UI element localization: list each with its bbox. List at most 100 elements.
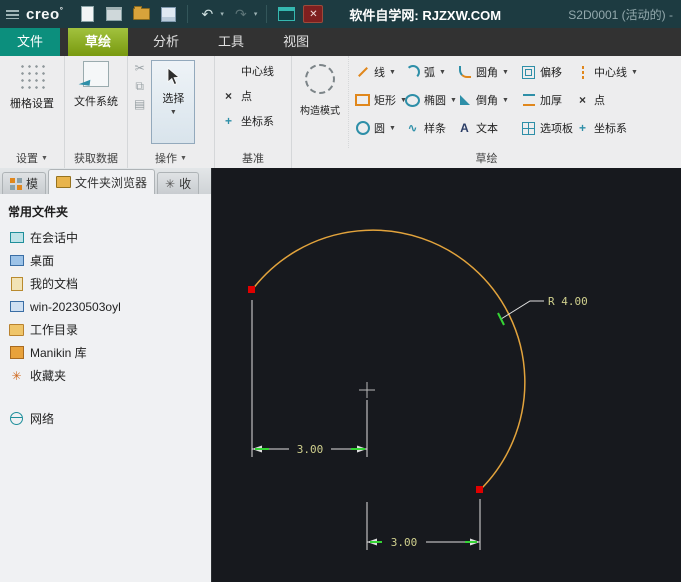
new-file-button[interactable] <box>77 4 97 24</box>
line-icon <box>355 65 370 80</box>
group-operations: ✂ ⧉ ▤ 选择 ▼ 操作 ▼ <box>128 56 215 168</box>
operations-group-label[interactable]: 操作 ▼ <box>128 148 214 168</box>
sidebar-item-favorites[interactable]: ✳ 收藏夹 <box>0 364 211 387</box>
tab-sketch[interactable]: 草绘 <box>68 28 129 56</box>
fillet-button[interactable]: 圆角 ▼ <box>457 64 521 80</box>
sidebar-item-my-documents[interactable]: 我的文档 <box>0 272 211 295</box>
arc-icon <box>405 65 420 80</box>
library-icon <box>9 345 24 360</box>
point-icon: × <box>578 93 586 107</box>
chamfer-button[interactable]: 倒角 ▼ <box>457 92 521 108</box>
in-session-icon <box>9 230 24 245</box>
copy-icon[interactable]: ⧉ <box>135 80 144 92</box>
tab-folder-browser[interactable]: 文件夹浏览器 <box>48 169 156 194</box>
width-dimension[interactable]: 3.00 <box>251 300 368 457</box>
ellipse-button[interactable]: 椭圆 ▼ <box>405 92 457 108</box>
window-button[interactable] <box>276 4 296 24</box>
arc-endpoint-top-left[interactable] <box>248 286 255 293</box>
chevron-down-icon: ▼ <box>180 154 187 162</box>
point-icon: × <box>224 89 232 103</box>
constraint-tick <box>497 312 505 326</box>
thicken-icon <box>521 93 536 108</box>
sketch-tools-grid: 线 ▼ 弧 ▼ 圆角 ▼ 偏移 中心线 ▼ 矩形 ▼ 椭圆 ▼ 倒角 ▼ 加厚 × 点 圆 ▼ ∿… <box>349 56 649 148</box>
network-globe-icon <box>9 411 24 426</box>
cursor-icon <box>167 67 181 86</box>
tab-model-tree[interactable]: 模 <box>2 172 47 194</box>
save-icon <box>160 6 176 22</box>
thicken-button[interactable]: 加厚 <box>521 92 575 108</box>
rectangle-button[interactable]: 矩形 ▼ <box>355 92 407 108</box>
sidebar-item-network[interactable]: 网络 <box>0 407 211 430</box>
app-menu-icon[interactable] <box>6 9 19 19</box>
undo-dropdown[interactable]: ▾ <box>220 10 224 18</box>
circle-icon <box>355 121 370 136</box>
datum-centerline-button[interactable]: 中心线 <box>221 62 274 80</box>
sidebar-item-working-directory[interactable]: 工作目录 <box>0 318 211 341</box>
text-icon: A <box>460 121 469 135</box>
line-button[interactable]: 线 ▼ <box>355 64 405 80</box>
text-button[interactable]: A 文本 <box>457 120 521 136</box>
radius-dimension-text[interactable]: R 4.00 <box>548 295 588 308</box>
documents-icon <box>9 276 24 291</box>
ribbon-tab-bar: 文件 草绘 分析 工具 视图 <box>0 28 681 56</box>
print-button[interactable] <box>104 4 124 24</box>
centerline-icon <box>575 65 590 80</box>
arc-endpoint-bottom-right[interactable] <box>476 486 483 493</box>
offset-button[interactable]: 偏移 <box>521 64 575 80</box>
cut-icon[interactable]: ✂ <box>135 62 145 74</box>
width-dimension-text[interactable]: 3.00 <box>297 443 324 456</box>
palette-icon <box>521 121 536 136</box>
offset-icon <box>521 65 536 80</box>
sidebar-item-computer[interactable]: win-20230503oyl <box>0 295 211 318</box>
centerline-button[interactable]: 中心线 ▼ <box>575 64 649 80</box>
grid-settings-button[interactable]: 栅格设置 <box>10 56 54 148</box>
quick-access-toolbar: ↶ ▾ ↷ ▾ ✕ <box>77 4 324 24</box>
tab-file[interactable]: 文件 <box>0 28 61 56</box>
bottom-dimension-text[interactable]: 3.00 <box>391 536 418 549</box>
redo-button[interactable]: ↷ <box>231 4 251 24</box>
spline-button[interactable]: ∿ 样条 <box>405 120 457 136</box>
sketch-canvas[interactable]: R 4.00 3.00 3.00 <box>212 168 681 582</box>
tab-view[interactable]: 视图 <box>266 28 326 56</box>
sidebar-item-manikin-library[interactable]: Manikin 库 <box>0 341 211 364</box>
tab-tools[interactable]: 工具 <box>201 28 261 56</box>
ribbon: 栅格设置 设置 ▼ 文件系统 获取数据 ✂ ⧉ ▤ 选择 ▼ 操作 ▼ 中心线 … <box>0 56 681 169</box>
datum-csys-button[interactable]: + 坐标系 <box>221 112 274 130</box>
construction-mode-button[interactable]: 构造模式 <box>292 56 349 148</box>
window-icon <box>277 7 295 21</box>
group-datum: 中心线 × 点 + 坐标系 基准 <box>215 56 292 168</box>
sketch-drawing: R 4.00 3.00 3.00 <box>248 229 588 550</box>
undo-icon: ↶ <box>201 6 214 22</box>
point-button[interactable]: × 点 <box>575 92 649 108</box>
tab-favorites[interactable]: ✳ 收 <box>157 172 200 194</box>
undo-button[interactable]: ↶ <box>197 4 217 24</box>
clipboard-buttons: ✂ ⧉ ▤ <box>128 56 149 148</box>
window-title: 软件自学网: RJZXW.COM <box>349 7 502 23</box>
construction-circle-icon <box>305 64 335 94</box>
favorites-star-icon: ✳ <box>11 368 22 383</box>
chevron-down-icon: ▼ <box>389 124 396 132</box>
sidebar-item-in-session[interactable]: 在会话中 <box>0 226 211 249</box>
construction-label: 构造模式 <box>300 106 340 117</box>
datum-point-button[interactable]: × 点 <box>221 87 274 105</box>
select-button[interactable]: 选择 ▼ <box>151 60 196 144</box>
centerline-icon <box>221 64 236 79</box>
redo-dropdown[interactable]: ▾ <box>254 10 258 18</box>
redo-icon: ↷ <box>235 6 247 22</box>
chevron-down-icon: ▼ <box>41 154 48 162</box>
circle-button[interactable]: 圆 ▼ <box>355 120 405 136</box>
arc-button[interactable]: 弧 ▼ <box>405 64 457 80</box>
save-button[interactable] <box>158 4 178 24</box>
palette-button[interactable]: 选项板 <box>521 120 575 136</box>
settings-group-label[interactable]: 设置 ▼ <box>0 148 64 168</box>
csys-button[interactable]: + 坐标系 <box>575 120 649 136</box>
paste-icon[interactable]: ▤ <box>134 98 145 110</box>
arc-center-marker[interactable] <box>359 382 375 398</box>
sketch-arc[interactable] <box>251 229 526 491</box>
file-system-button[interactable]: 文件系统 <box>74 56 118 148</box>
sidebar-item-desktop[interactable]: 桌面 <box>0 249 211 272</box>
tab-analysis[interactable]: 分析 <box>136 28 196 56</box>
close-window-button[interactable]: ✕ <box>303 4 324 24</box>
open-button[interactable] <box>131 4 151 24</box>
bottom-dimension[interactable]: 3.00 <box>366 499 481 550</box>
